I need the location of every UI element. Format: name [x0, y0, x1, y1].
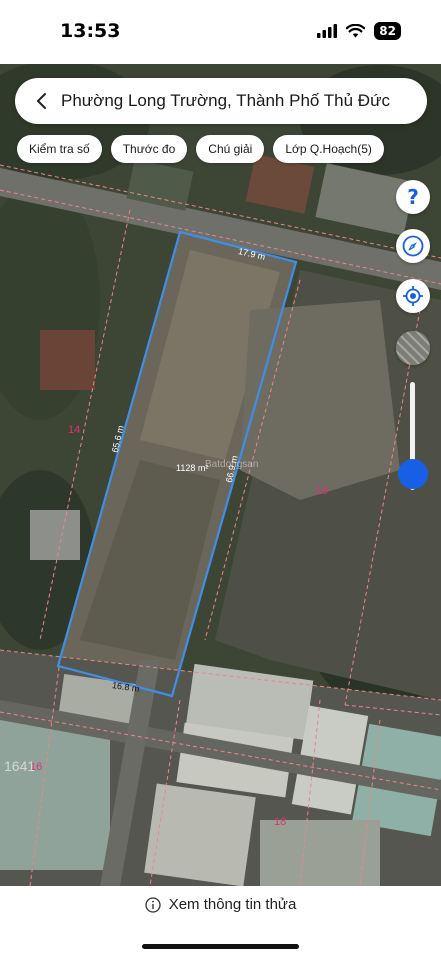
home-indicator — [142, 944, 299, 949]
info-icon — [145, 896, 161, 913]
location-search-bar[interactable]: Phường Long Trường, Thành Phố Thủ Đức — [15, 78, 427, 124]
chip-planning-layers[interactable]: Lớp Q.Hoạch(5) — [273, 135, 384, 163]
chip-measure[interactable]: Thước đo — [110, 135, 188, 163]
satellite-map[interactable]: 17.9 m 65.6 m 66.9 m 16.8 m 1128 m² Batd… — [0, 64, 441, 886]
chip-legend[interactable]: Chú giải — [196, 135, 265, 163]
layer-icon — [396, 331, 430, 365]
lot-number-18: 18 — [274, 816, 287, 828]
location-title: Phường Long Trường, Thành Phố Thủ Đức — [61, 91, 390, 110]
battery-indicator: 82 — [374, 22, 401, 40]
status-time: 13:53 — [60, 20, 121, 42]
compass-icon — [402, 235, 424, 257]
back-button[interactable] — [21, 78, 61, 124]
locate-icon — [403, 286, 423, 306]
cellular-signal-icon — [317, 24, 338, 38]
tool-chips: Kiểm tra số Thước đo Chú giải Lớp Q.Hoạc… — [17, 135, 384, 163]
watermark: Batdongsan — [205, 459, 259, 470]
status-bar: 13:53 82 — [0, 0, 441, 64]
wifi-icon — [346, 24, 366, 38]
status-indicators: 82 — [317, 22, 401, 40]
lot-number-1641: 1641 — [4, 758, 36, 774]
my-location-button[interactable] — [396, 279, 430, 313]
chip-check-number[interactable]: Kiểm tra số — [17, 135, 102, 163]
lot-number-14: 14 — [68, 424, 81, 436]
lot-number-19: 19 — [316, 485, 329, 497]
chevron-left-icon — [37, 93, 46, 109]
bottom-panel: Xem thông tin thửa — [0, 886, 441, 959]
compass-button[interactable] — [396, 229, 430, 263]
help-button[interactable]: ? — [396, 180, 430, 214]
map-layer-button[interactable] — [396, 331, 430, 365]
help-icon: ? — [407, 185, 419, 209]
zoom-slider-knob[interactable] — [398, 458, 428, 489]
parcel-area-label: 1128 m² — [176, 463, 209, 473]
view-parcel-info-button[interactable]: Xem thông tin thửa — [0, 896, 441, 913]
satellite-imagery — [0, 64, 441, 886]
view-parcel-info-label: Xem thông tin thửa — [168, 896, 297, 913]
